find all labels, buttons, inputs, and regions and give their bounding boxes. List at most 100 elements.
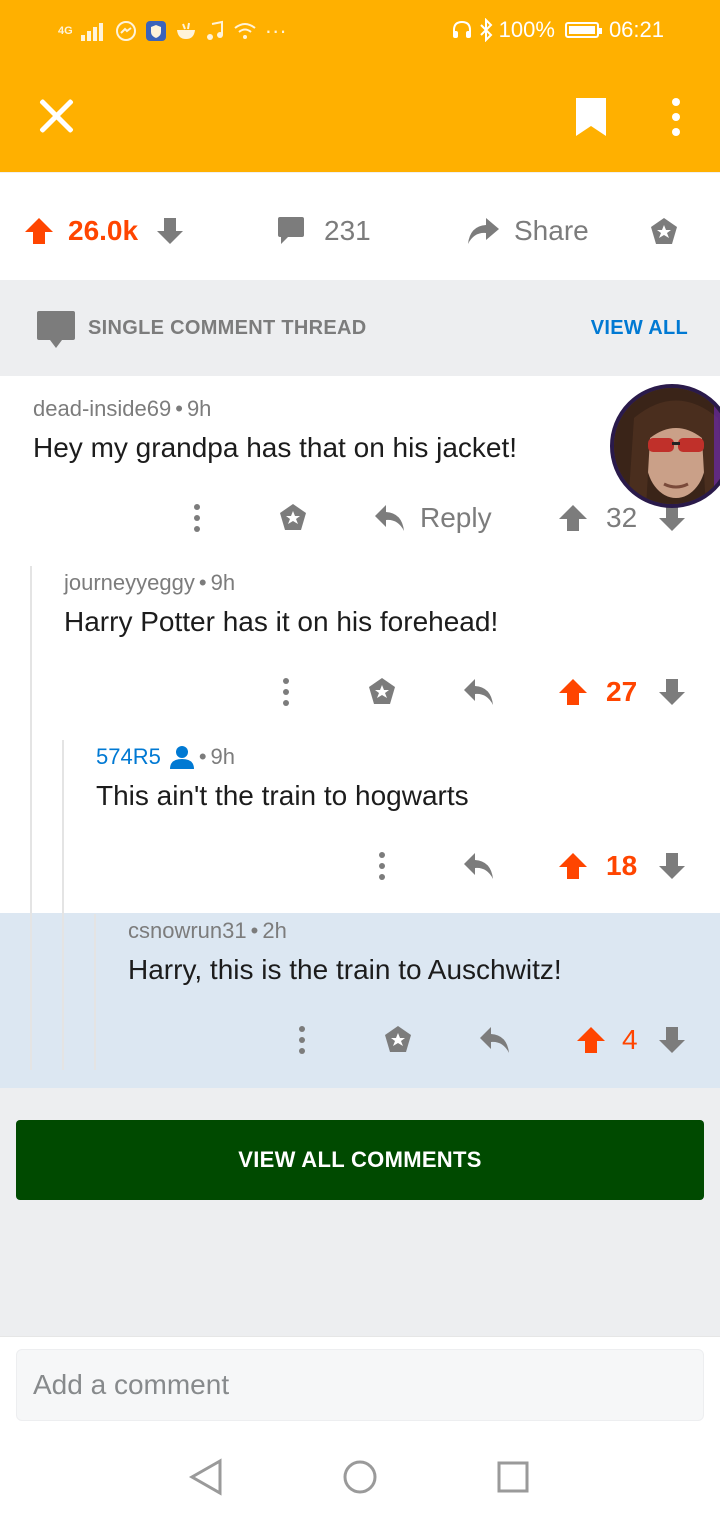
award-button[interactable] xyxy=(382,1020,414,1060)
comment-more-button[interactable] xyxy=(371,846,393,886)
more-vertical-icon[interactable] xyxy=(664,96,688,138)
upvote-button[interactable] xyxy=(576,1020,606,1060)
comment-score: 18 xyxy=(606,850,638,881)
comment-actions: 27 xyxy=(0,672,720,712)
comment-author[interactable]: dead-inside69 xyxy=(33,396,171,421)
avatar[interactable] xyxy=(610,384,720,508)
downvote-icon[interactable] xyxy=(156,217,184,245)
reply-button[interactable]: Reply xyxy=(374,498,492,538)
post-vote-group: 26.0k xyxy=(24,215,184,247)
bookmark-icon[interactable] xyxy=(574,96,608,138)
status-icons-right: 100% 06:21 xyxy=(451,17,664,43)
reply-icon xyxy=(480,1027,509,1053)
comment-body: This ain't the train to hogwarts xyxy=(96,780,469,811)
downvote-icon xyxy=(659,1027,685,1053)
reply-button[interactable] xyxy=(463,846,495,886)
signal-icon xyxy=(80,23,103,41)
reply-icon xyxy=(464,679,493,705)
comment-actions: 18 xyxy=(0,846,720,886)
user-icon xyxy=(169,746,194,769)
more-vertical-icon xyxy=(379,852,385,880)
comment-age: 9h xyxy=(210,744,236,769)
bowl-icon xyxy=(176,22,195,39)
post-action-bar: 26.0k 231 Share xyxy=(0,172,720,280)
comment-body: Hey my grandpa has that on his jacket! xyxy=(33,432,518,463)
clock: 06:21 xyxy=(608,17,664,42)
highlighted-comment-background xyxy=(0,913,720,1088)
downvote-button[interactable] xyxy=(658,672,686,712)
upvote-icon xyxy=(559,679,587,705)
headphones-icon xyxy=(452,20,471,38)
shield-icon xyxy=(145,21,166,41)
add-comment-input[interactable]: Add a comment xyxy=(16,1349,704,1421)
thread-header-label: SINGLE COMMENT THREAD xyxy=(88,317,367,339)
comment-author[interactable]: 574R5 xyxy=(96,744,161,770)
downvote-button[interactable] xyxy=(658,846,686,886)
status-icons-left: 4G ··· xyxy=(58,18,287,44)
comment-meta: dead-inside69 • 9h xyxy=(33,396,212,421)
share-icon xyxy=(468,218,499,244)
music-icon xyxy=(206,20,223,40)
comment-meta: csnowrun31 • 2h xyxy=(128,918,287,943)
award-button[interactable] xyxy=(277,498,309,538)
upvote-button[interactable] xyxy=(558,846,588,886)
comment-more-button[interactable] xyxy=(291,1020,313,1060)
comment-author[interactable]: journeyyeggy xyxy=(64,570,195,595)
comment-score: 32 xyxy=(606,502,638,533)
award-icon xyxy=(369,678,395,704)
share-button[interactable]: Share xyxy=(466,215,589,247)
more-vertical-icon xyxy=(283,678,289,706)
comment-age: 2h xyxy=(262,918,287,943)
view-all-link[interactable]: VIEW ALL xyxy=(591,317,688,340)
award-button[interactable] xyxy=(366,672,398,712)
award-icon xyxy=(280,504,306,530)
upvote-icon xyxy=(559,505,587,531)
thread-header: SINGLE COMMENT THREAD VIEW ALL xyxy=(0,280,720,376)
comment-body: Harry, this is the train to Auschwitz! xyxy=(128,954,562,985)
upvote-icon xyxy=(577,1027,605,1053)
award-icon xyxy=(385,1026,411,1052)
comment-more-button[interactable] xyxy=(186,498,208,538)
share-label: Share xyxy=(514,215,589,246)
comment-icon xyxy=(278,217,304,244)
upvote-icon xyxy=(559,853,587,879)
comment-meta: 574R5 • 9h xyxy=(96,744,236,770)
messenger-icon xyxy=(115,21,136,41)
downvote-icon xyxy=(659,505,685,531)
app-bar xyxy=(0,62,720,172)
thread-line xyxy=(30,566,32,1070)
reply-button[interactable] xyxy=(479,1020,511,1060)
recents-nav-icon[interactable] xyxy=(496,1458,530,1496)
comment-score: 4 xyxy=(622,1024,638,1055)
upvote-button[interactable] xyxy=(558,498,588,538)
more-status-icon: ··· xyxy=(264,18,287,43)
award-icon[interactable] xyxy=(648,216,680,248)
comment-actions: 4 xyxy=(0,1020,720,1060)
comment-meta: journeyyeggy • 9h xyxy=(64,570,236,595)
downvote-icon xyxy=(659,853,685,879)
downvote-icon xyxy=(659,679,685,705)
reply-label: Reply xyxy=(420,502,492,533)
home-nav-icon[interactable] xyxy=(342,1458,378,1496)
close-icon[interactable] xyxy=(36,96,76,136)
comment-count: 231 xyxy=(324,215,371,246)
upvote-icon[interactable] xyxy=(24,217,54,245)
wifi-icon xyxy=(234,23,256,39)
comment-icon xyxy=(37,311,75,348)
upvote-button[interactable] xyxy=(558,672,588,712)
network-type: 4G xyxy=(58,25,73,37)
comment-more-button[interactable] xyxy=(275,672,297,712)
more-vertical-icon xyxy=(194,504,200,532)
downvote-button[interactable] xyxy=(658,1020,686,1060)
reply-button[interactable] xyxy=(463,672,495,712)
system-nav-bar xyxy=(0,1440,720,1520)
battery-icon xyxy=(564,22,602,38)
comment-author[interactable]: csnowrun31 xyxy=(128,918,247,943)
back-nav-icon[interactable] xyxy=(188,1458,224,1496)
reply-icon xyxy=(464,853,493,879)
comment-body: Harry Potter has it on his forehead! xyxy=(64,606,499,637)
comment-score: 27 xyxy=(606,676,638,707)
view-all-comments-button[interactable]: VIEW ALL COMMENTS xyxy=(16,1120,704,1200)
post-comments-button[interactable]: 231 xyxy=(276,215,371,247)
comment-age: 9h xyxy=(186,396,212,421)
